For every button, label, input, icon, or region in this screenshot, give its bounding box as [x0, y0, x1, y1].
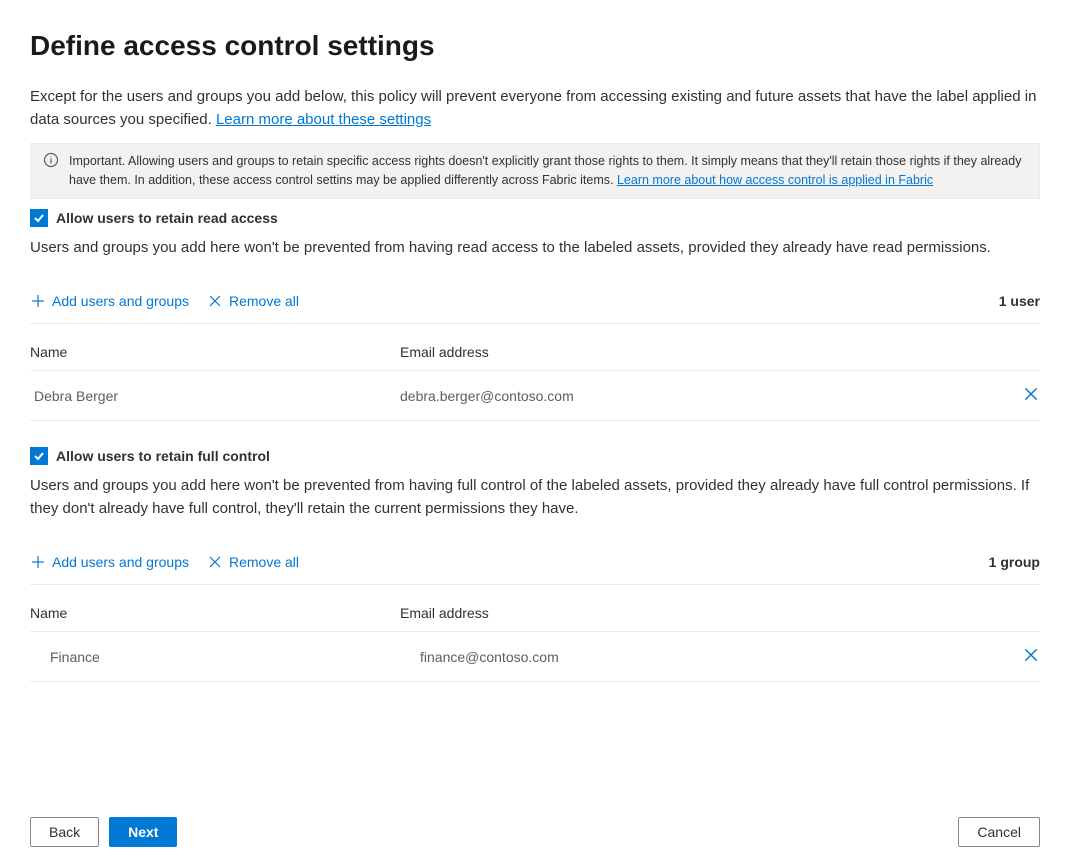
full-control-checkbox[interactable]	[30, 447, 48, 465]
remove-row-icon[interactable]	[1022, 385, 1040, 403]
add-users-read-button[interactable]: Add users and groups	[30, 293, 189, 309]
read-count: 1 user	[999, 293, 1040, 309]
full-control-desc: Users and groups you add here won't be p…	[30, 475, 1040, 520]
checkmark-icon	[33, 212, 45, 224]
info-icon	[43, 152, 59, 168]
read-col-name: Name	[30, 344, 400, 360]
remove-row-icon[interactable]	[1022, 646, 1040, 664]
learn-more-settings-link[interactable]: Learn more about these settings	[216, 111, 431, 128]
read-access-label: Allow users to retain read access	[56, 210, 278, 226]
read-table-header: Name Email address	[30, 328, 1040, 371]
table-row: Finance finance@contoso.com	[30, 632, 1040, 682]
plus-icon	[30, 554, 46, 570]
add-users-read-label: Add users and groups	[52, 293, 189, 309]
intro-text: Except for the users and groups you add …	[30, 86, 1040, 131]
remove-all-full-label: Remove all	[229, 554, 299, 570]
intro-body: Except for the users and groups you add …	[30, 88, 1036, 128]
row-name: Debra Berger	[30, 388, 400, 404]
close-icon	[207, 554, 223, 570]
read-access-desc: Users and groups you add here won't be p…	[30, 237, 1040, 260]
row-name: Finance	[30, 649, 400, 665]
checkmark-icon	[33, 450, 45, 462]
full-count: 1 group	[989, 554, 1040, 570]
remove-all-full-button[interactable]: Remove all	[207, 554, 299, 570]
full-control-label: Allow users to retain full control	[56, 448, 270, 464]
remove-all-read-label: Remove all	[229, 293, 299, 309]
cancel-button[interactable]: Cancel	[958, 817, 1040, 847]
row-email: debra.berger@contoso.com	[400, 388, 1000, 404]
remove-all-read-button[interactable]: Remove all	[207, 293, 299, 309]
full-table-header: Name Email address	[30, 589, 1040, 632]
add-users-full-button[interactable]: Add users and groups	[30, 554, 189, 570]
next-button[interactable]: Next	[109, 817, 177, 847]
page-title: Define access control settings	[30, 30, 1040, 62]
add-users-full-label: Add users and groups	[52, 554, 189, 570]
read-col-email: Email address	[400, 344, 1000, 360]
footer-bar: Back Next Cancel	[0, 803, 1070, 861]
plus-icon	[30, 293, 46, 309]
close-icon	[207, 293, 223, 309]
read-access-checkbox[interactable]	[30, 209, 48, 227]
table-row: Debra Berger debra.berger@contoso.com	[30, 371, 1040, 421]
row-email: finance@contoso.com	[400, 649, 1000, 665]
full-col-name: Name	[30, 605, 400, 621]
back-button[interactable]: Back	[30, 817, 99, 847]
full-col-email: Email address	[400, 605, 1000, 621]
info-link[interactable]: Learn more about how access control is a…	[617, 173, 933, 187]
info-banner: Important. Allowing users and groups to …	[30, 143, 1040, 199]
